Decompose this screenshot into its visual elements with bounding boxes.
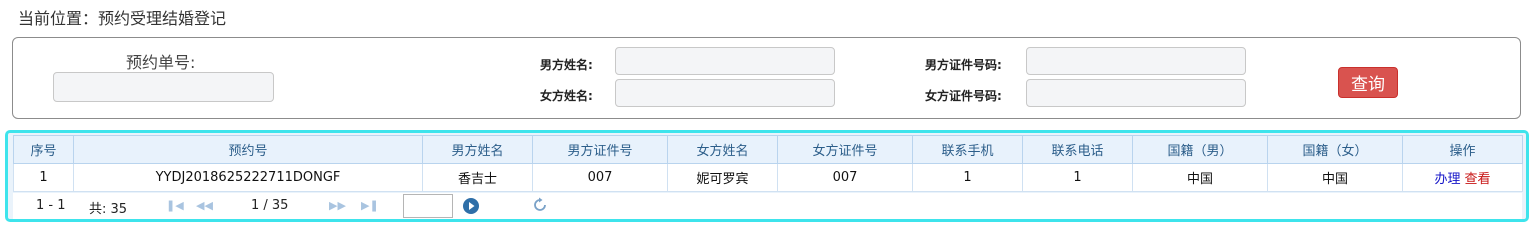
page-status: 1 / 35	[251, 198, 289, 213]
column-header-groom-id[interactable]: 男方证件号	[532, 135, 668, 164]
cell-groom-id: 007	[532, 163, 668, 192]
pager: 1 - 1 共: 35 ❚◀ ◀◀ 1 / 35 ▶▶ ▶❚	[13, 193, 1522, 219]
cell-bride-name: 妮可罗宾	[667, 163, 778, 192]
groom-id-label: 男方证件号码:	[925, 58, 1002, 72]
column-header-mobile[interactable]: 联系手机	[912, 135, 1023, 164]
groom-name-label: 男方姓名:	[540, 58, 593, 72]
data-grid: 序号 预约号 男方姓名 男方证件号 女方姓名 女方证件号 联系手机 联系电话 国…	[5, 130, 1529, 222]
groom-id-input[interactable]	[1026, 47, 1246, 75]
cell-phone: 1	[1022, 163, 1133, 192]
table-row[interactable]: 1 YYDJ2018625222711DONGF 香吉士 007 妮可罗宾 00…	[13, 163, 1523, 192]
booking-no-input[interactable]	[53, 72, 274, 102]
query-button[interactable]: 查询	[1338, 67, 1398, 98]
record-total: 共: 35	[89, 202, 128, 217]
column-header-bride-nationality[interactable]: 国籍（女）	[1267, 135, 1403, 164]
bride-name-input[interactable]	[615, 79, 835, 107]
groom-name-input[interactable]	[615, 47, 835, 75]
cell-booking-no: YYDJ2018625222711DONGF	[73, 163, 423, 192]
column-header-index[interactable]: 序号	[13, 135, 74, 164]
column-header-bride-id[interactable]: 女方证件号	[777, 135, 913, 164]
refresh-icon[interactable]	[532, 197, 548, 213]
table-header-row: 序号 预约号 男方姓名 男方证件号 女方姓名 女方证件号 联系手机 联系电话 国…	[13, 135, 1523, 164]
booking-no-label: 预约单号:	[126, 53, 196, 72]
prev-page-icon[interactable]: ◀◀	[196, 199, 213, 213]
column-header-groom-nationality[interactable]: 国籍（男）	[1132, 135, 1268, 164]
search-panel: 预约单号: 男方姓名: 女方姓名: 男方证件号码: 女方证件号码: 查询	[12, 37, 1521, 119]
handle-link[interactable]: 办理	[1434, 172, 1460, 187]
cell-groom-name: 香吉士	[422, 163, 533, 192]
cell-mobile: 1	[912, 163, 1023, 192]
cell-actions: 办理 查看	[1402, 163, 1523, 192]
bride-id-input[interactable]	[1026, 79, 1246, 107]
cell-bride-nationality: 中国	[1267, 163, 1403, 192]
next-page-icon[interactable]: ▶▶	[329, 199, 346, 213]
first-page-icon[interactable]: ❚◀	[166, 199, 184, 213]
column-header-bride-name[interactable]: 女方姓名	[667, 135, 778, 164]
column-header-groom-name[interactable]: 男方姓名	[422, 135, 533, 164]
record-range: 1 - 1	[36, 198, 66, 213]
column-header-booking-no[interactable]: 预约号	[73, 135, 423, 164]
cell-groom-nationality: 中国	[1132, 163, 1268, 192]
results-table: 序号 预约号 男方姓名 男方证件号 女方姓名 女方证件号 联系手机 联系电话 国…	[13, 135, 1523, 192]
breadcrumb: 当前位置：预约受理结婚登记	[18, 9, 227, 28]
last-page-icon[interactable]: ▶❚	[361, 199, 379, 213]
cell-index: 1	[13, 163, 74, 192]
bride-name-label: 女方姓名:	[540, 89, 593, 103]
column-header-actions: 操作	[1402, 135, 1523, 164]
cell-bride-id: 007	[777, 163, 913, 192]
view-link[interactable]: 查看	[1465, 172, 1491, 187]
bride-id-label: 女方证件号码:	[925, 89, 1002, 103]
go-icon[interactable]	[462, 197, 480, 215]
column-header-phone[interactable]: 联系电话	[1022, 135, 1133, 164]
page-number-input[interactable]	[403, 194, 453, 218]
